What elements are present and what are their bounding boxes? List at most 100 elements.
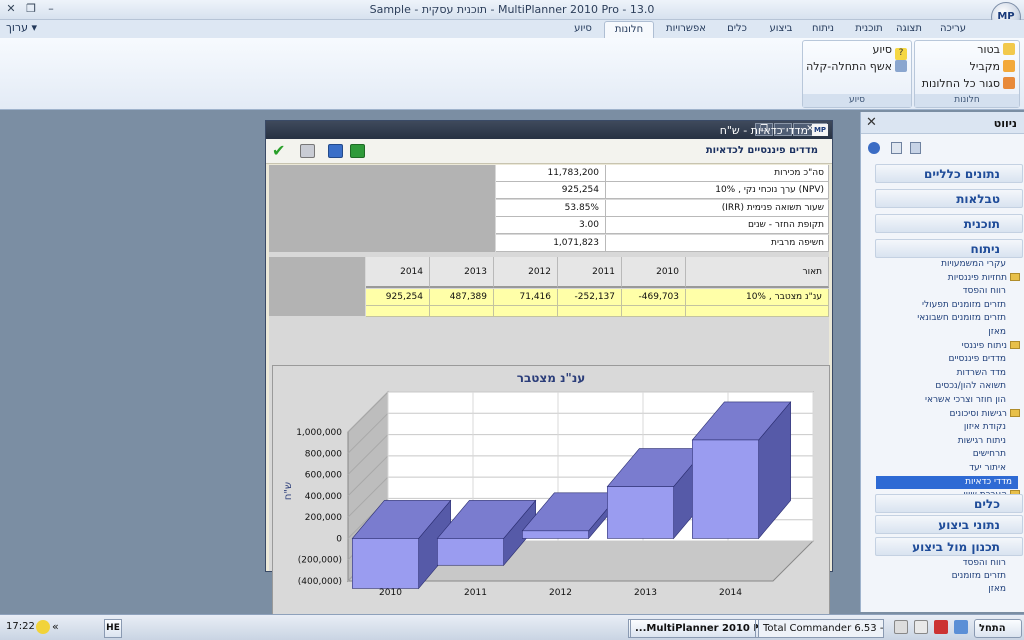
navigation-panel: ניווט ✕ נתונים כלליים טבלאות תוכנית ניתוח עק… — [860, 112, 1024, 612]
table-grey-area — [269, 257, 365, 316]
summary-value: 3.00 — [496, 217, 606, 235]
nav-category[interactable]: תכנון מול ביצוע — [875, 537, 1023, 556]
nav-item[interactable]: תשואה להון/נכסים — [935, 380, 1006, 393]
empty-row-cell — [366, 306, 430, 317]
year-value: 487,389 — [430, 289, 494, 306]
nav-item[interactable]: הון חוזר וצרכי אשראי — [925, 394, 1006, 407]
tab-windows[interactable]: חלונות — [604, 21, 654, 38]
help-circle-icon[interactable] — [868, 142, 880, 154]
print-icon[interactable] — [300, 144, 315, 158]
nav-category[interactable]: תוכנית — [875, 214, 1023, 233]
quick-start-wizard-button[interactable]: אשף התחלה-קלה — [806, 60, 907, 77]
year-value: -469,703 — [622, 289, 686, 306]
nav-item[interactable]: מדדים פיננסיים — [949, 353, 1006, 366]
nav-item-label: הון חוזר וצרכי אשראי — [924, 395, 1006, 405]
nav-item[interactable]: רגישות וסיכונים — [949, 408, 1020, 421]
bar-front — [607, 486, 674, 539]
list-icon[interactable] — [910, 142, 921, 154]
security-shield-icon[interactable] — [36, 620, 50, 634]
nav-item[interactable]: נקודת איזון — [964, 421, 1006, 434]
save-quicklaunch-icon[interactable] — [934, 620, 948, 634]
summary-grey-area — [269, 165, 495, 252]
close-all-windows-button[interactable]: סגור כל החלונות — [922, 77, 1015, 94]
taskbar-total-commander[interactable]: Total Commander 6.53 - ... — [758, 619, 884, 638]
document-icon[interactable] — [891, 142, 902, 154]
nav-item[interactable]: תזרים מזומנים — [952, 570, 1006, 583]
tab-help[interactable]: סיוע — [562, 21, 604, 38]
edit-menu[interactable]: ערוך ▾ — [6, 21, 37, 34]
nav-category[interactable]: ניתוח — [875, 239, 1023, 258]
nav-item[interactable]: תזרים מזומנים חשבונאי — [917, 312, 1006, 325]
tab-plan[interactable]: תוכנית — [848, 21, 890, 38]
nav-item[interactable]: ניתוח פיננסי — [962, 340, 1020, 353]
nav-item-label: ניתוח פיננסי — [961, 340, 1007, 351]
tab-edit[interactable]: עריכה — [932, 21, 974, 38]
nav-item[interactable]: ניתוח רגישות — [958, 435, 1006, 448]
nav-item-label: נקודת איזון — [963, 422, 1006, 433]
dialog-body: 11,783,200 סה"כ מכירות 925,254 ערך נוכחי נק… — [269, 165, 830, 615]
nav-item-label: ניתוח רגישות — [957, 435, 1006, 446]
tab-options[interactable]: אפשרויות — [656, 21, 716, 38]
tray-expand-icon[interactable]: « — [52, 620, 59, 633]
year-header: 2014 — [366, 257, 430, 288]
summary-label: חשיפה מרבית — [606, 234, 829, 252]
summary-value: 1,071,823 — [496, 234, 606, 252]
summary-value: 925,254 — [496, 182, 606, 200]
checkmark-icon[interactable]: ✔ — [272, 141, 285, 160]
dialog-app-icon: MP — [812, 124, 828, 136]
bar-front — [522, 530, 589, 539]
tab-analysis[interactable]: ניתוח — [802, 21, 844, 38]
nav-item[interactable]: תזרים מזומנים תפעולי — [922, 299, 1006, 312]
chart-title: ענ"נ מצטבר — [517, 371, 586, 385]
nav-category[interactable]: טבלאות — [875, 189, 1023, 208]
help-group: סיוע? אשף התחלה-קלה סיוע — [802, 40, 912, 108]
nav-item[interactable]: רווח והפסד — [963, 557, 1006, 570]
excel-export-icon[interactable] — [350, 144, 365, 158]
nav-item[interactable]: תחזיות פיננסיות — [948, 272, 1020, 285]
word-export-icon[interactable] — [328, 144, 343, 158]
nav-category[interactable]: נתוני ביצוע — [875, 515, 1023, 534]
summary-label: (IRR) שעור תשואה פנימית — [606, 199, 829, 217]
nav-item[interactable]: מדד השרדות — [957, 367, 1006, 380]
help-button[interactable]: סיוע? — [873, 43, 907, 60]
cascade-button[interactable]: בטור — [977, 43, 1015, 60]
nav-category[interactable]: כלים — [875, 494, 1023, 513]
tab-execution[interactable]: ביצוע — [760, 21, 802, 38]
desktop-icon[interactable] — [894, 620, 908, 634]
empty-row-cell — [622, 306, 686, 317]
tab-tools[interactable]: כלים — [716, 21, 758, 38]
start-button[interactable]: התחל — [974, 619, 1022, 638]
nav-item[interactable]: תרחישים — [973, 448, 1006, 461]
wizard-icon — [895, 60, 907, 72]
description-header: תאור — [686, 257, 829, 288]
nav-item-label: רגישות וסיכונים — [949, 408, 1007, 419]
windows-group-caption: חלונות — [915, 94, 1019, 107]
nav-item-label: תשואה להון/נכסים — [935, 381, 1006, 392]
nav-item[interactable]: רווח והפסד — [963, 285, 1006, 298]
taskbar-multiplanner-label[interactable]: ...MultiPlanner 2010 Pr — [630, 619, 756, 638]
tile-button[interactable]: מקביל — [970, 60, 1015, 77]
nav-item[interactable]: איתור יעד — [969, 462, 1006, 475]
nav-category[interactable]: נתונים כלליים — [875, 164, 1023, 183]
windows-group: בטור מקביל סגור כל החלונות חלונות — [914, 40, 1020, 108]
nav-item[interactable]: מאזן — [988, 326, 1006, 339]
year-value: 925,254 — [366, 289, 430, 306]
language-indicator[interactable]: HE — [104, 619, 122, 638]
y-tick-label: (400,000) — [298, 577, 342, 587]
clock: 17:22 — [6, 621, 35, 632]
nav-item[interactable]: מדדי כדאיות — [876, 475, 1018, 489]
ie-icon[interactable] — [954, 620, 968, 634]
y-axis-label: ש"ח — [283, 482, 294, 500]
cascade-icon — [1003, 43, 1015, 55]
close-all-icon — [1003, 77, 1015, 89]
close-icon[interactable]: ✕ — [866, 115, 877, 130]
ribbon: בטור מקביל סגור כל החלונות חלונות סיוע? … — [0, 38, 1024, 110]
nav-item[interactable]: עקרי המשמעויות — [941, 258, 1006, 271]
folder-icon — [1010, 408, 1020, 417]
empty-row-cell — [494, 306, 558, 317]
window-title: Sample - תוכנית עסקית - MultiPlanner 201… — [369, 3, 655, 16]
tab-view[interactable]: תצוגה — [888, 21, 930, 38]
nav-item[interactable]: מאזן — [988, 583, 1006, 596]
year-header: 2013 — [430, 257, 494, 288]
mail-icon[interactable] — [914, 620, 928, 634]
